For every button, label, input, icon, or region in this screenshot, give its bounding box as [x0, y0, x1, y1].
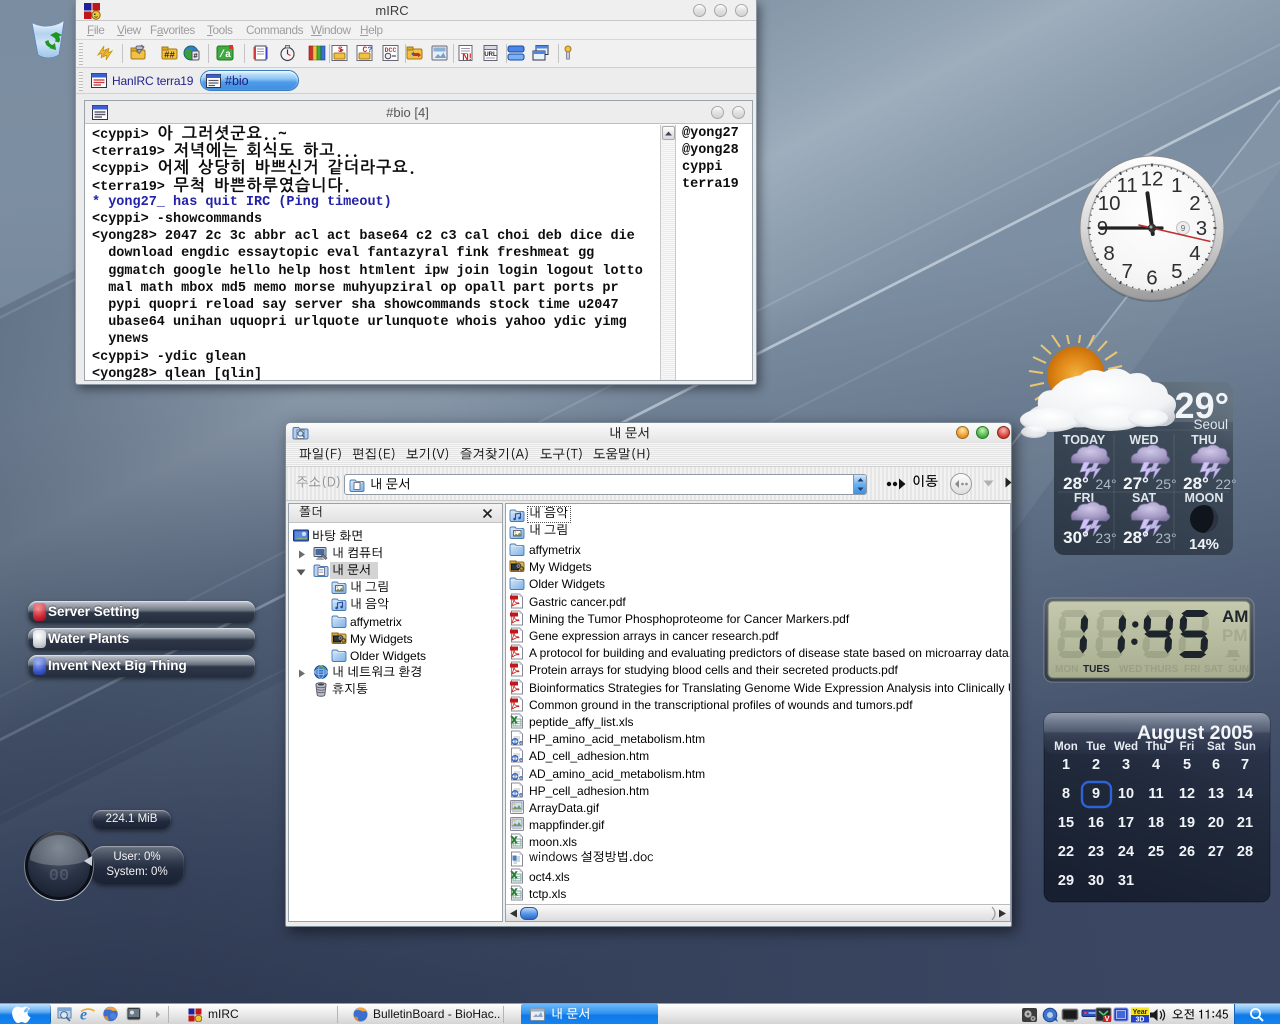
svg-text:22: 22 [1058, 844, 1074, 860]
svg-text:Sun: Sun [1234, 741, 1256, 753]
svg-text:DCC: DCC [385, 47, 397, 54]
svg-text:2: 2 [1189, 192, 1200, 215]
svg-text:e: e [519, 791, 523, 798]
svg-text:31: 31 [1118, 873, 1134, 889]
svg-text:WED: WED [1119, 664, 1142, 675]
svg-text:2: 2 [1092, 757, 1100, 773]
svg-text:9: 9 [1092, 786, 1100, 802]
svg-text:8: 8 [1103, 242, 1114, 265]
svg-text:30°: 30° [1063, 528, 1089, 547]
svg-text:TUES: TUES [1083, 664, 1110, 675]
svg-text:27: 27 [1208, 844, 1224, 860]
svg-text:e: e [519, 740, 523, 747]
svg-text:24: 24 [1118, 844, 1134, 860]
svg-text:11: 11 [1117, 174, 1138, 197]
svg-text:Seoul: Seoul [1193, 417, 1228, 432]
svg-text:30: 30 [1088, 873, 1104, 889]
svg-text:MOON: MOON [1185, 491, 1224, 505]
svg-text:5: 5 [1171, 260, 1182, 283]
svg-text:MON: MON [1055, 664, 1078, 675]
svg-text:23: 23 [1088, 844, 1104, 860]
svg-text:4: 4 [1152, 757, 1160, 773]
svg-text:Wed: Wed [1114, 741, 1138, 753]
svg-text:e: e [519, 757, 523, 764]
svg-text:29: 29 [1058, 873, 1074, 889]
svg-text:15: 15 [1058, 815, 1074, 831]
svg-text:23°: 23° [1095, 530, 1116, 546]
svg-text:e: e [519, 774, 523, 781]
svg-text:28: 28 [1237, 844, 1253, 860]
svg-text:25: 25 [1148, 844, 1164, 860]
svg-text:14: 14 [1237, 786, 1253, 802]
svg-text:12: 12 [1141, 168, 1164, 191]
svg-text:Tue: Tue [1086, 741, 1106, 753]
svg-text:4: 4 [1189, 242, 1200, 265]
svg-text:Sat: Sat [1207, 741, 1225, 753]
svg-text:1: 1 [1171, 174, 1182, 197]
svg-text:00: 00 [49, 867, 69, 886]
svg-text:20: 20 [1208, 815, 1224, 831]
svg-text:28°: 28° [1123, 528, 1149, 547]
svg-text:23°: 23° [1155, 530, 1176, 546]
svg-text:Thu: Thu [1145, 741, 1166, 753]
svg-text:25°: 25° [1155, 476, 1176, 492]
svg-text:AM: AM [1222, 607, 1248, 626]
svg-text:21: 21 [1237, 815, 1253, 831]
svg-text:##: ## [164, 51, 175, 61]
svg-text:/a: /a [219, 49, 231, 61]
svg-text:SUN: SUN [1228, 664, 1249, 675]
svg-text:V: V [1104, 1014, 1109, 1023]
svg-text:7: 7 [1121, 260, 1132, 283]
svg-text:Mon: Mon [1054, 741, 1078, 753]
svg-text:?: ? [368, 46, 373, 55]
svg-text:12: 12 [1179, 786, 1195, 802]
svg-text:SAT: SAT [1204, 664, 1223, 675]
svg-text:11: 11 [1148, 786, 1163, 802]
svg-text:8: 8 [1062, 786, 1070, 802]
svg-text:5: 5 [1183, 757, 1191, 773]
svg-text:N!: N! [462, 52, 472, 62]
svg-text:14%: 14% [1189, 536, 1219, 553]
svg-text:10: 10 [1118, 786, 1134, 802]
svg-text:PM: PM [1222, 626, 1248, 645]
svg-text:6: 6 [1212, 757, 1220, 773]
svg-text:URL: URL [484, 52, 497, 58]
svg-text:TODAY: TODAY [1063, 433, 1106, 447]
svg-text:13: 13 [1208, 786, 1224, 802]
svg-text:17: 17 [1118, 815, 1134, 831]
svg-text:FRI: FRI [1184, 664, 1200, 675]
svg-text:6: 6 [1146, 267, 1157, 290]
svg-text:3D: 3D [1136, 1016, 1145, 1023]
svg-text:Fri: Fri [1180, 741, 1195, 753]
svg-text:Year: Year [1133, 1008, 1148, 1015]
svg-text:16: 16 [1088, 815, 1104, 831]
svg-text:22°: 22° [1215, 476, 1236, 492]
svg-text:1: 1 [1062, 757, 1070, 773]
svg-text:THURS: THURS [1144, 664, 1179, 675]
svg-text:3: 3 [1196, 217, 1207, 240]
svg-text:7: 7 [1241, 757, 1249, 773]
svg-text:24°: 24° [1095, 476, 1116, 492]
svg-text:9: 9 [1181, 224, 1186, 233]
svg-text:26: 26 [1179, 844, 1195, 860]
svg-text:19: 19 [1179, 815, 1195, 831]
svg-text:#: # [193, 53, 198, 61]
svg-text:18: 18 [1148, 815, 1164, 831]
svg-text:3: 3 [1122, 757, 1130, 773]
